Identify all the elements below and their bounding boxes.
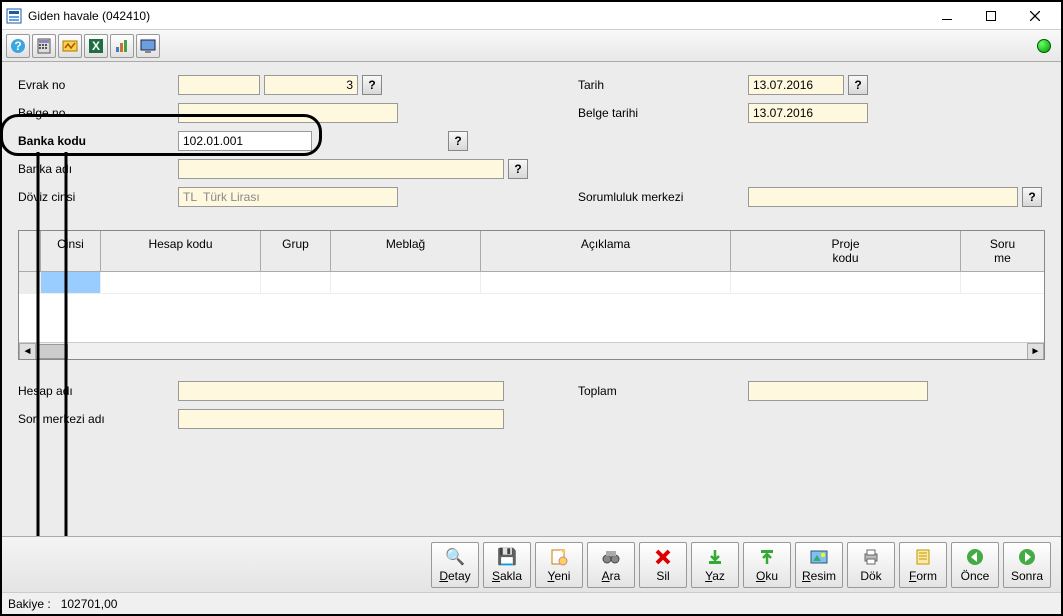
grid-col-meblag[interactable]: Meblağ bbox=[331, 231, 481, 271]
maximize-button[interactable] bbox=[969, 5, 1013, 27]
sorumluluk-field[interactable] bbox=[748, 187, 1018, 207]
minimize-button[interactable] bbox=[925, 5, 969, 27]
detay-button[interactable]: 🔍Detay bbox=[431, 542, 479, 588]
belge-no-label: Belge no bbox=[18, 106, 178, 120]
banka-kodu-field[interactable] bbox=[178, 131, 312, 151]
grid-col-marker bbox=[19, 231, 41, 271]
grid-cell-selected[interactable] bbox=[41, 272, 101, 294]
grid-col-sorumluluk[interactable]: Soru me bbox=[961, 231, 1044, 271]
sorumluluk-label: Sorumluluk merkezi bbox=[578, 190, 748, 204]
belge-tarihi-field[interactable] bbox=[748, 103, 868, 123]
hesap-adi-label: Hesap adı bbox=[18, 384, 178, 398]
grid-header: Cinsi Hesap kodu Grup Meblağ Açıklama Pr… bbox=[19, 231, 1044, 272]
chart-icon[interactable] bbox=[110, 34, 134, 58]
window: Giden havale (042410) ? X Evrak no bbox=[0, 0, 1063, 616]
app-icon bbox=[6, 8, 22, 24]
read-icon bbox=[757, 547, 777, 567]
bakiye-label: Bakiye : bbox=[8, 597, 51, 611]
write-icon bbox=[705, 547, 725, 567]
svg-text:?: ? bbox=[14, 39, 21, 53]
grid-col-grup[interactable]: Grup bbox=[261, 231, 331, 271]
hesap-adi-field[interactable] bbox=[178, 381, 504, 401]
scroll-thumb[interactable] bbox=[38, 344, 68, 359]
svg-text:X: X bbox=[92, 39, 100, 53]
grid-col-aciklama[interactable]: Açıklama bbox=[481, 231, 731, 271]
oku-button[interactable]: Oku bbox=[743, 542, 791, 588]
help-icon[interactable]: ? bbox=[6, 34, 30, 58]
grid[interactable]: Cinsi Hesap kodu Grup Meblağ Açıklama Pr… bbox=[18, 230, 1045, 360]
bakiye-value: 102701,00 bbox=[61, 597, 118, 611]
grid-col-hesap-kodu[interactable]: Hesap kodu bbox=[101, 231, 261, 271]
binoculars-icon bbox=[601, 547, 621, 567]
calculator-icon[interactable] bbox=[32, 34, 56, 58]
status-bar: Bakiye : 102701,00 bbox=[2, 592, 1061, 614]
evrak-no-label: Evrak no bbox=[18, 78, 178, 92]
scroll-left-icon[interactable]: ◄ bbox=[19, 343, 36, 360]
toolbar: ? X bbox=[2, 30, 1061, 62]
save-icon: 💾 bbox=[497, 547, 517, 567]
banka-kodu-label: Banka kodu bbox=[18, 134, 178, 148]
toplam-field bbox=[748, 381, 928, 401]
next-icon bbox=[1017, 547, 1037, 567]
doviz-cinsi-label: Döviz cinsi bbox=[18, 190, 178, 204]
resim-button[interactable]: Resim bbox=[795, 542, 843, 588]
delete-icon bbox=[653, 547, 673, 567]
tarih-field[interactable] bbox=[748, 75, 844, 95]
macro-icon[interactable] bbox=[58, 34, 82, 58]
ara-button[interactable]: Ara bbox=[587, 542, 635, 588]
print-icon bbox=[861, 547, 881, 567]
banka-adi-label: Banka adı bbox=[18, 162, 178, 176]
image-icon bbox=[809, 547, 829, 567]
sakla-button[interactable]: 💾Sakla bbox=[483, 542, 531, 588]
yaz-button[interactable]: Yaz bbox=[691, 542, 739, 588]
banka-kodu-lookup-button[interactable]: ? bbox=[448, 131, 468, 151]
sorumluluk-lookup-button[interactable]: ? bbox=[1022, 187, 1042, 207]
magnifier-icon: 🔍 bbox=[445, 547, 465, 567]
banka-adi-lookup-button[interactable]: ? bbox=[508, 159, 528, 179]
scroll-right-icon[interactable]: ► bbox=[1027, 343, 1044, 360]
once-button[interactable]: Önce bbox=[951, 542, 999, 588]
excel-icon[interactable]: X bbox=[84, 34, 108, 58]
titlebar: Giden havale (042410) bbox=[2, 2, 1061, 30]
grid-scrollbar[interactable]: ◄ ► bbox=[19, 342, 1044, 359]
banka-adi-field[interactable] bbox=[178, 159, 504, 179]
close-button[interactable] bbox=[1013, 5, 1057, 27]
belge-tarihi-label: Belge tarihi bbox=[578, 106, 748, 120]
evrak-no-field-b[interactable] bbox=[264, 75, 358, 95]
sonra-button[interactable]: Sonra bbox=[1003, 542, 1051, 588]
form-icon bbox=[913, 547, 933, 567]
new-icon bbox=[549, 547, 569, 567]
sor-merkezi-field[interactable] bbox=[178, 409, 504, 429]
screen-icon[interactable] bbox=[136, 34, 160, 58]
toplam-label: Toplam bbox=[578, 384, 748, 398]
doviz-cinsi-field bbox=[178, 187, 398, 207]
tarih-label: Tarih bbox=[578, 78, 748, 92]
window-title: Giden havale (042410) bbox=[28, 9, 925, 23]
belge-no-field[interactable] bbox=[178, 103, 398, 123]
sor-merkezi-label: Sor. merkezi adı bbox=[18, 412, 178, 426]
tarih-lookup-button[interactable]: ? bbox=[848, 75, 868, 95]
grid-row[interactable] bbox=[19, 272, 1044, 294]
form-button[interactable]: Form bbox=[899, 542, 947, 588]
status-indicator-icon bbox=[1037, 39, 1051, 53]
sil-button[interactable]: Sil bbox=[639, 542, 687, 588]
window-controls bbox=[925, 5, 1057, 27]
grid-col-proje-kodu[interactable]: Proje kodu bbox=[731, 231, 961, 271]
action-bar: 🔍Detay 💾Sakla Yeni Ara Sil Yaz Oku Resim… bbox=[2, 536, 1061, 592]
form-area: Evrak no ? Belge no Banka kodu ? Ban bbox=[2, 62, 1061, 536]
prev-icon bbox=[965, 547, 985, 567]
grid-col-cinsi[interactable]: Cinsi bbox=[41, 231, 101, 271]
evrak-no-field-a[interactable] bbox=[178, 75, 260, 95]
evrak-no-lookup-button[interactable]: ? bbox=[362, 75, 382, 95]
dok-button[interactable]: Dök bbox=[847, 542, 895, 588]
yeni-button[interactable]: Yeni bbox=[535, 542, 583, 588]
